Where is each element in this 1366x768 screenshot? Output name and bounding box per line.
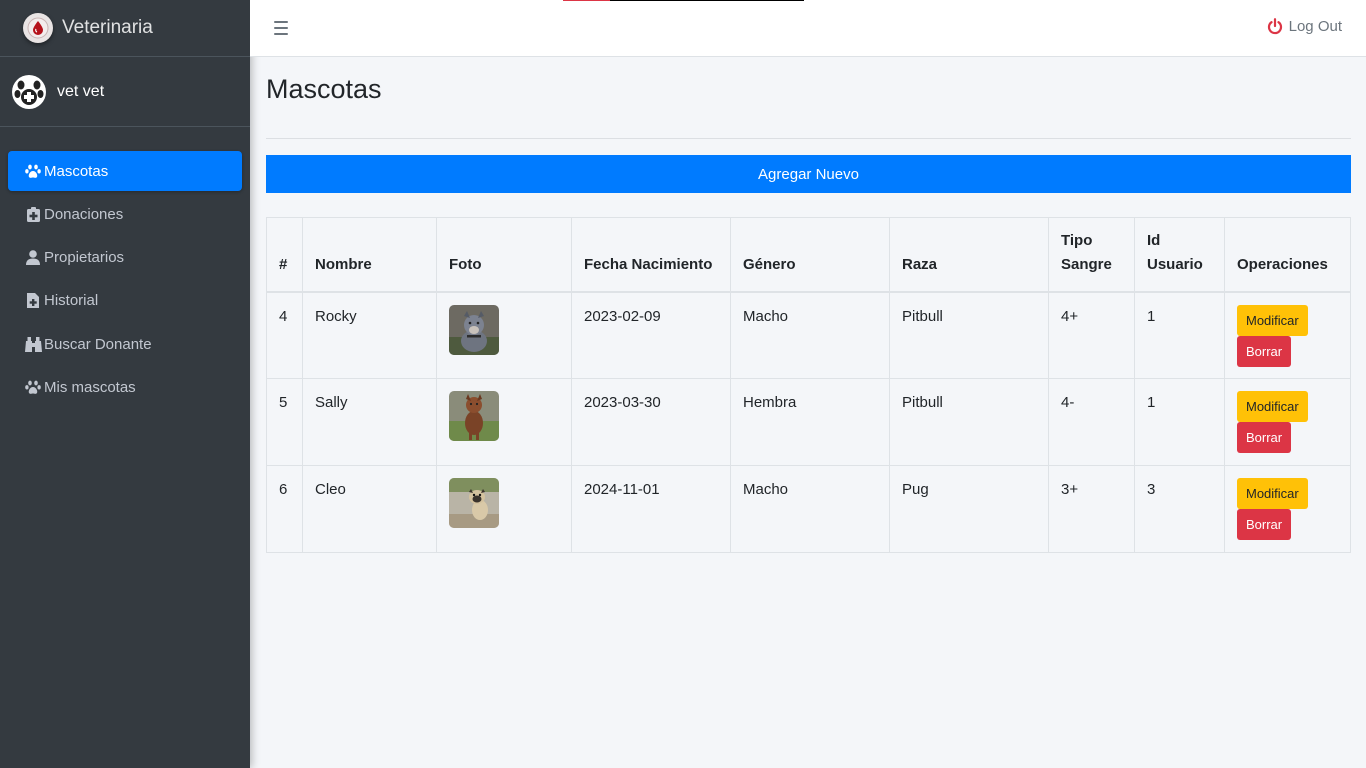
cell-fecha-nacimiento: 2023-02-09 — [571, 291, 731, 379]
top-navbar: Log Out — [250, 0, 1366, 57]
pet-photo-pug — [449, 478, 499, 528]
modify-button[interactable]: Modificar — [1237, 478, 1308, 509]
cell-tipo-sangre: 4+ — [1048, 291, 1135, 379]
cell-genero: Macho — [730, 291, 890, 379]
column-header-usuario-line2: Usuario — [1147, 255, 1203, 273]
divider — [266, 138, 1351, 139]
power-icon — [1267, 18, 1283, 35]
delete-button[interactable]: Borrar — [1237, 509, 1292, 540]
cell-foto — [436, 378, 572, 466]
cell-raza: Pitbull — [889, 291, 1049, 379]
hamburger-menu-icon[interactable] — [274, 21, 288, 35]
column-header-id: # — [266, 217, 303, 293]
column-header-operaciones: Operaciones — [1224, 217, 1351, 293]
sidebar-item-mascotas[interactable]: Mascotas — [8, 151, 242, 191]
logout-label: Log Out — [1288, 18, 1342, 35]
cell-foto — [436, 465, 572, 553]
cell-id-usuario: 1 — [1134, 378, 1225, 466]
cell-id-usuario: 3 — [1134, 465, 1225, 553]
column-header-nombre: Nombre — [302, 217, 437, 293]
column-header-genero: Género — [730, 217, 890, 293]
sidebar-item-label: Donaciones — [44, 205, 124, 223]
user-name: vet vet — [57, 82, 105, 100]
sidebar-item-mis-mascotas[interactable]: Mis mascotas — [8, 367, 242, 407]
cell-id: 4 — [266, 291, 303, 379]
binoculars-icon — [24, 336, 42, 352]
cell-fecha-nacimiento: 2023-03-30 — [571, 378, 731, 466]
sidebar-item-label: Mascotas — [44, 162, 109, 180]
vet-paw-avatar-icon — [12, 74, 46, 109]
cell-nombre: Cleo — [302, 465, 437, 553]
cell-id: 6 — [266, 465, 303, 553]
delete-button[interactable]: Borrar — [1237, 335, 1292, 367]
pets-table: # Nombre Foto Fecha Nacimiento Género Ra… — [266, 217, 1351, 553]
sidebar-item-label: Mis mascotas — [44, 378, 136, 396]
modify-button[interactable]: Modificar — [1237, 304, 1308, 336]
column-header-tipo-line2: Sangre — [1061, 255, 1112, 273]
file-medical-icon — [24, 293, 42, 309]
brand-title: Veterinaria — [62, 17, 153, 38]
medkit-icon — [24, 206, 42, 222]
table-row: 4 Rocky 2023-02-09 Macho Pitbull 4+ 1 Mo… — [266, 291, 1351, 379]
sidebar-item-donaciones[interactable]: Donaciones — [8, 194, 242, 234]
sidebar: Veterinaria vet vet Mascotas Donaciones … — [0, 0, 250, 768]
column-header-raza: Raza — [889, 217, 1049, 293]
cell-tipo-sangre: 4- — [1048, 378, 1135, 466]
column-header-tipo-line1: Tipo — [1061, 231, 1093, 249]
sidebar-item-buscar-donante[interactable]: Buscar Donante — [8, 324, 242, 364]
user-panel[interactable]: vet vet — [0, 57, 250, 127]
page-title: Mascotas — [266, 74, 382, 104]
logout-button[interactable]: Log Out — [1267, 18, 1342, 35]
column-header-usuario-line1: Id — [1147, 231, 1161, 249]
pet-photo-pitbull-brown — [449, 391, 499, 441]
sidebar-item-label: Buscar Donante — [44, 335, 152, 353]
table-row: 6 Cleo 2024-11-01 Macho Pug 3+ 3 Modific… — [266, 465, 1351, 553]
main-content: Mascotas Agregar Nuevo # Nombre Foto Fec… — [266, 57, 1351, 553]
cell-nombre: Rocky — [302, 291, 437, 379]
column-header-id-usuario: Id Usuario — [1134, 217, 1225, 293]
cell-raza: Pitbull — [889, 378, 1049, 466]
user-icon — [24, 250, 42, 266]
table-header-row: # Nombre Foto Fecha Nacimiento Género Ra… — [266, 217, 1351, 293]
cell-genero: Hembra — [730, 378, 890, 466]
cell-operaciones: Modificar Borrar — [1224, 378, 1351, 466]
blood-drop-logo-icon — [23, 13, 53, 43]
sidebar-item-propietarios[interactable]: Propietarios — [8, 238, 242, 278]
cell-operaciones: Modificar Borrar — [1224, 465, 1351, 553]
cell-foto — [436, 291, 572, 379]
paw-icon — [24, 379, 42, 395]
cell-raza: Pug — [889, 465, 1049, 553]
cell-nombre: Sally — [302, 378, 437, 466]
paw-icon — [24, 163, 42, 179]
cell-id: 5 — [266, 378, 303, 466]
cell-id-usuario: 1 — [1134, 291, 1225, 379]
topbar-accent-line-red — [563, 0, 610, 1]
column-header-tipo-sangre: Tipo Sangre — [1048, 217, 1135, 293]
sidebar-item-label: Historial — [44, 292, 99, 310]
column-header-fecha-nacimiento: Fecha Nacimiento — [571, 217, 731, 293]
brand-link[interactable]: Veterinaria — [0, 0, 250, 57]
modify-button[interactable]: Modificar — [1237, 391, 1308, 422]
cell-operaciones: Modificar Borrar — [1224, 291, 1351, 379]
cell-fecha-nacimiento: 2024-11-01 — [571, 465, 731, 553]
sidebar-item-historial[interactable]: Historial — [8, 281, 242, 321]
delete-button[interactable]: Borrar — [1237, 422, 1292, 453]
cell-tipo-sangre: 3+ — [1048, 465, 1135, 553]
cell-genero: Macho — [730, 465, 890, 553]
sidebar-item-label: Propietarios — [44, 249, 125, 267]
sidebar-nav: Mascotas Donaciones Propietarios Histori… — [0, 127, 250, 407]
add-new-button[interactable]: Agregar Nuevo — [266, 155, 1351, 193]
pet-photo-pitbull-gray — [449, 304, 499, 355]
column-header-foto: Foto — [436, 217, 572, 293]
table-row: 5 Sally 2023-03-30 Hembra Pitbull 4- 1 M… — [266, 378, 1351, 466]
